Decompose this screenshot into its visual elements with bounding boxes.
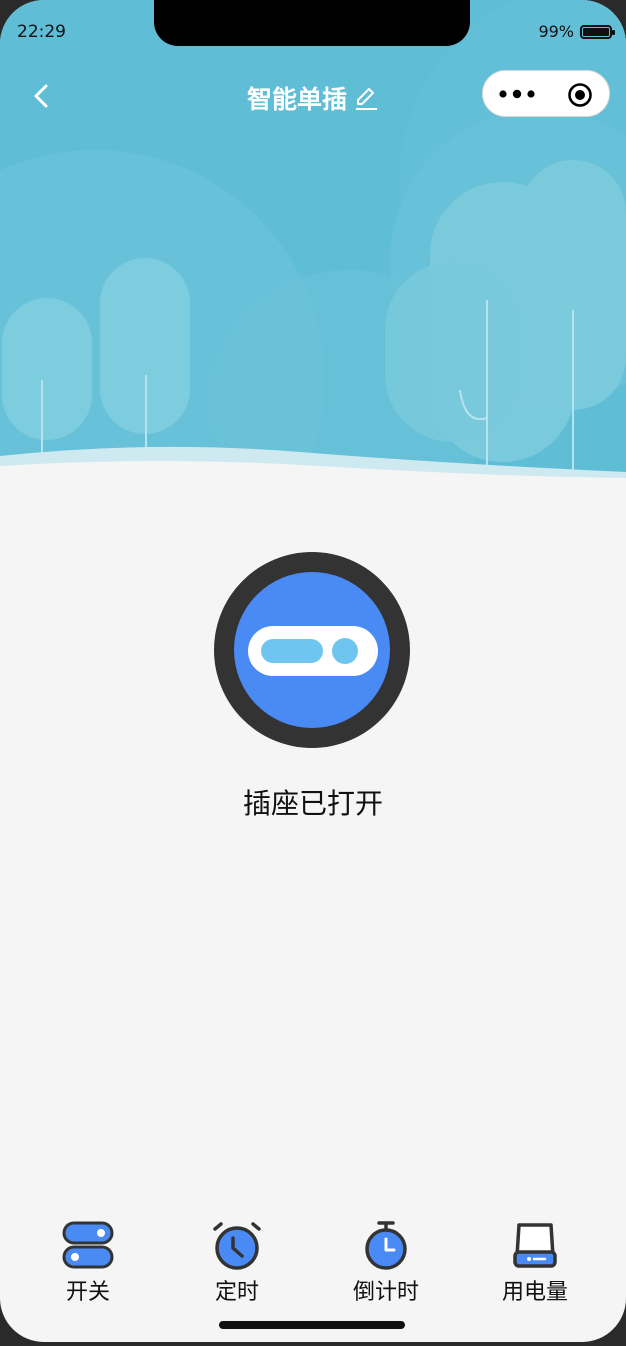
battery-status: 99% — [538, 22, 615, 41]
tab-label: 倒计时 — [352, 1280, 419, 1305]
more-icon[interactable] — [499, 84, 535, 104]
battery-percent: 99% — [538, 22, 574, 41]
alarm-clock-icon — [213, 1222, 261, 1270]
tab-label: 定时 — [214, 1280, 259, 1305]
edit-name-button[interactable] — [353, 85, 379, 117]
bottom-toolbar: 开关 定时 倒计时 用电量 — [0, 1220, 626, 1310]
stopwatch-icon — [365, 1221, 407, 1270]
tab-label: 开关 — [65, 1280, 110, 1305]
power-toggle-button[interactable] — [214, 552, 410, 748]
tab-countdown[interactable]: 倒计时 — [311, 1220, 461, 1306]
camera-notch — [154, 0, 470, 46]
power-bank-icon — [513, 1223, 557, 1268]
battery-icon — [580, 24, 615, 39]
power-switch-icon — [214, 552, 410, 748]
home-indicator — [219, 1321, 405, 1329]
toggle-switch-icon — [62, 1221, 114, 1269]
page-title: 智能单插 — [246, 85, 347, 114]
tab-label: 用电量 — [501, 1280, 568, 1305]
pencil-icon — [356, 88, 377, 110]
mini-program-capsule — [482, 70, 610, 117]
tab-switch[interactable]: 开关 — [13, 1220, 163, 1306]
tab-power-usage[interactable]: 用电量 — [460, 1220, 610, 1306]
close-miniprogram-icon[interactable] — [567, 82, 593, 108]
phone-screen: 22:29 99% 智能单插 插座已打开 开关 定时 倒计时 用电量 — [0, 0, 626, 1342]
status-time: 22:29 — [17, 22, 66, 42]
device-status-text: 插座已打开 — [242, 787, 383, 820]
tab-timer[interactable]: 定时 — [162, 1220, 312, 1306]
